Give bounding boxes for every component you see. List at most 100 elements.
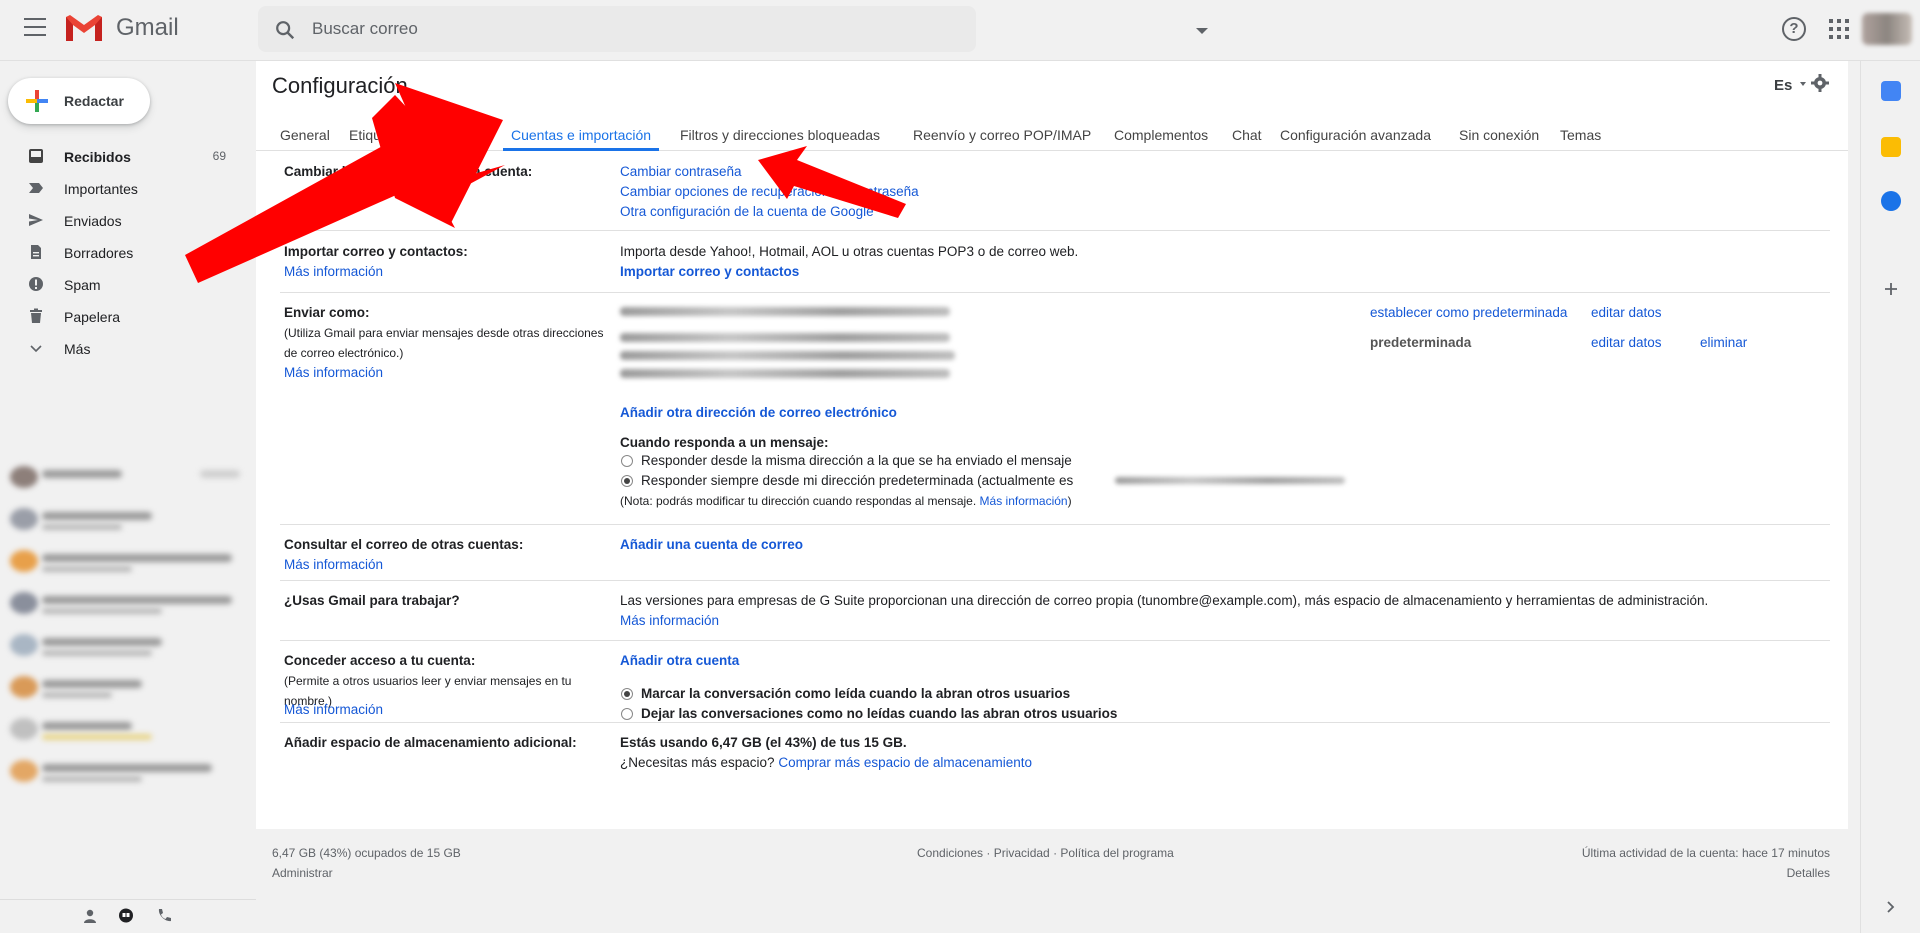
calendar-icon[interactable] <box>1881 81 1901 101</box>
tab-chat[interactable]: Chat <box>1232 119 1262 151</box>
tab-offline[interactable]: Sin conexión <box>1459 119 1539 151</box>
edit-info-link[interactable]: editar datos <box>1591 305 1662 320</box>
hangouts-contact[interactable] <box>0 668 256 710</box>
setting-row-import: Importar correo y contactos: Más informa… <box>280 231 1830 293</box>
hangouts-contact[interactable] <box>0 542 256 584</box>
learn-more-link[interactable]: Más información <box>620 613 719 628</box>
contacts-person-icon[interactable] <box>82 908 98 924</box>
tab-general[interactable]: General <box>280 119 330 151</box>
tasks-icon[interactable] <box>1881 191 1901 211</box>
tab-labels[interactable]: Etiquetas <box>349 119 407 151</box>
hangouts-contact[interactable] <box>0 626 256 668</box>
search-input[interactable] <box>312 16 872 42</box>
settings-panel: Configuración Es General Etiquetas Cuent… <box>256 61 1848 829</box>
search-options-icon[interactable] <box>1196 28 1208 34</box>
reply-default-address-radio[interactable] <box>621 475 633 487</box>
sidebar-item-label: Papelera <box>64 309 121 325</box>
reply-note-end: ) <box>1067 494 1072 508</box>
sidebar-item-sent[interactable]: Enviados <box>0 204 256 236</box>
redacted-email-address <box>620 307 950 316</box>
help-icon[interactable]: ? <box>1782 17 1806 41</box>
mark-as-read-radio[interactable] <box>621 688 633 700</box>
hangouts-contact[interactable] <box>0 584 256 626</box>
main-menu-icon[interactable] <box>24 18 46 36</box>
buy-storage-link[interactable]: Comprar más espacio de almacenamiento <box>778 755 1032 770</box>
sidebar-item-label: Más <box>64 341 91 357</box>
chevron-right-icon[interactable] <box>1881 897 1901 917</box>
tab-addons[interactable]: Complementos <box>1114 119 1208 151</box>
google-account-settings-link[interactable]: Otra configuración de la cuenta de Googl… <box>620 204 874 219</box>
account-avatar[interactable] <box>1862 13 1912 45</box>
language-selector[interactable]: Es <box>1774 77 1792 94</box>
leave-unread-radio[interactable] <box>621 708 633 720</box>
manage-storage-link[interactable]: Administrar <box>272 866 333 880</box>
add-email-address-link[interactable]: Añadir otra dirección de correo electrón… <box>620 405 897 420</box>
activity-details-link[interactable]: Detalles <box>1787 866 1830 880</box>
tab-themes[interactable]: Temas <box>1560 119 1601 151</box>
hangouts-contact[interactable] <box>0 710 256 752</box>
tab-advanced[interactable]: Configuración avanzada <box>1280 119 1431 151</box>
storage-usage-text: Estás usando 6,47 GB (el 43%) de tus 15 … <box>620 735 907 750</box>
set-default-link[interactable]: establecer como predeterminada <box>1370 305 1567 320</box>
spam-icon <box>29 277 43 291</box>
search-bar[interactable] <box>258 6 1208 52</box>
compose-label: Redactar <box>64 93 124 109</box>
hangouts-contact[interactable] <box>0 500 256 542</box>
search-icon[interactable] <box>274 19 296 41</box>
import-description: Importa desde Yahoo!, Hotmail, AOL u otr… <box>620 244 1079 259</box>
reply-same-address-radio[interactable] <box>621 455 633 467</box>
policy-links[interactable]: Condiciones · Privacidad · Política del … <box>917 846 1174 860</box>
edit-info-link[interactable]: editar datos <box>1591 335 1662 350</box>
last-activity-text: Última actividad de la cuenta: hace 17 m… <box>1581 846 1830 860</box>
learn-more-link[interactable]: Más información <box>284 264 383 279</box>
delete-address-link[interactable]: eliminar <box>1700 335 1747 350</box>
side-panel <box>1860 61 1920 933</box>
default-address-label: predeterminada <box>1370 335 1472 350</box>
sidebar-item-label: Enviados <box>64 213 122 229</box>
sidebar-item-important[interactable]: Importantes <box>0 172 256 204</box>
setting-label: Añadir espacio de almacenamiento adicion… <box>284 735 577 750</box>
tab-accounts-import[interactable]: Cuentas e importación <box>503 119 660 151</box>
radio-label: Responder siempre desde mi dirección pre… <box>641 473 1074 488</box>
gmail-logo[interactable] <box>64 13 104 43</box>
hangouts-icon[interactable] <box>118 908 134 924</box>
hangouts-contact[interactable] <box>0 752 256 794</box>
send-icon <box>29 214 43 226</box>
import-mail-contacts-link[interactable]: Importar correo y contactos <box>620 264 799 279</box>
setting-label: Consultar el correo de otras cuentas: <box>284 537 524 552</box>
sidebar-item-spam[interactable]: Spam <box>0 268 256 300</box>
setting-row-check-mail: Consultar el correo de otras cuentas: Má… <box>280 525 1830 581</box>
redacted-email-address <box>1115 477 1345 484</box>
inbox-icon <box>29 149 43 163</box>
change-password-link[interactable]: Cambiar contraseña <box>620 164 742 179</box>
learn-more-link[interactable]: Más información <box>284 557 383 572</box>
caret-down-icon[interactable] <box>1800 82 1806 86</box>
tab-filters[interactable]: Filtros y direcciones bloqueadas <box>680 119 880 151</box>
hangouts-contact[interactable] <box>0 458 256 500</box>
sidebar-item-drafts[interactable]: Borradores <box>0 236 256 268</box>
setting-label: ¿Usas Gmail para trabajar? <box>284 593 460 608</box>
sidebar-item-inbox[interactable]: Recibidos 69 <box>0 140 256 172</box>
add-addon-icon[interactable] <box>1881 279 1901 299</box>
apps-grid-icon[interactable] <box>1829 19 1849 39</box>
learn-more-link[interactable]: Más información <box>284 365 383 380</box>
learn-more-link[interactable]: Más información <box>284 702 383 717</box>
add-mail-account-link[interactable]: Añadir una cuenta de correo <box>620 537 803 552</box>
sidebar-item-trash[interactable]: Papelera <box>0 300 256 332</box>
learn-more-link[interactable]: Más información <box>980 494 1068 508</box>
gear-icon[interactable] <box>1810 73 1830 93</box>
redacted-email-address <box>620 333 950 342</box>
reply-setting-label: Cuando responda a un mensaje: <box>620 435 829 450</box>
app-brand[interactable]: Gmail <box>116 14 179 42</box>
tab-forwarding-pop-imap[interactable]: Reenvío y correo POP/IMAP <box>913 119 1091 151</box>
keep-icon[interactable] <box>1881 137 1901 157</box>
chevron-down-icon <box>30 345 42 353</box>
add-another-account-link[interactable]: Añadir otra cuenta <box>620 653 739 668</box>
change-recovery-link[interactable]: Cambiar opciones de recuperación de cont… <box>620 184 919 199</box>
radio-label: Marcar la conversación como leída cuando… <box>641 686 1071 701</box>
radio-label: Dejar las conversaciones como no leídas … <box>641 706 1118 721</box>
sidebar-item-more[interactable]: Más <box>0 332 256 364</box>
phone-icon[interactable] <box>156 908 172 924</box>
compose-button[interactable]: Redactar <box>8 78 150 124</box>
important-icon <box>29 183 43 193</box>
